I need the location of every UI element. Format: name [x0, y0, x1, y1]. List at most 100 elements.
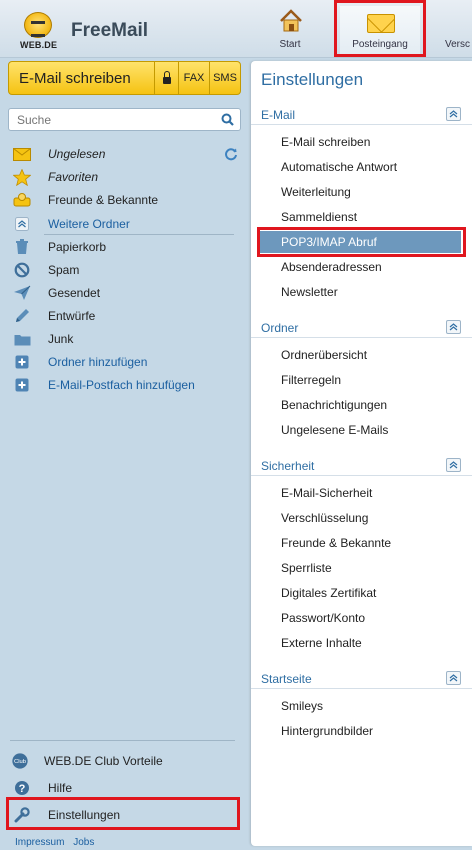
- friends-icon: [13, 192, 31, 208]
- menu-automatische-antwort[interactable]: Automatische Antwort: [281, 158, 397, 176]
- menu-passwort-konto[interactable]: Passwort/Konto: [281, 609, 365, 627]
- envelope-icon: [13, 146, 31, 162]
- menu-email-sicherheit[interactable]: E-Mail-Sicherheit: [281, 484, 372, 502]
- lock-icon: [162, 71, 171, 84]
- help-icon: ?: [13, 780, 31, 796]
- folder-label: Ordner hinzufügen: [48, 355, 148, 369]
- collapse-icon: [13, 216, 31, 232]
- webde-logo[interactable]: WEB.DE: [20, 10, 60, 50]
- collapse-icon[interactable]: [446, 671, 461, 685]
- folder-label: Favoriten: [48, 170, 99, 184]
- nav-versand[interactable]: Versc: [430, 6, 472, 56]
- nav-posteingang-label: Posteingang: [352, 39, 408, 50]
- house-icon: [280, 9, 302, 32]
- jobs-link[interactable]: Jobs: [73, 837, 94, 848]
- webde-logo-icon: [24, 12, 52, 38]
- folder-label: Weitere Ordner: [48, 217, 130, 231]
- folder-label: E-Mail-Postfach hinzufügen: [48, 378, 195, 392]
- folder-label: Freunde & Bekannte: [48, 193, 159, 207]
- folder-ungelesen[interactable]: Ungelesen: [13, 144, 105, 164]
- folder-favoriten[interactable]: Favoriten: [13, 167, 98, 187]
- menu-sammeldienst[interactable]: Sammeldienst: [281, 208, 357, 226]
- menu-digitales-zertifikat[interactable]: Digitales Zertifikat: [281, 584, 376, 602]
- folder-entwuerfe[interactable]: Entwürfe: [13, 306, 95, 326]
- menu-absenderadressen[interactable]: Absenderadressen: [281, 258, 382, 276]
- menu-freunde-bekannte[interactable]: Freunde & Bekannte: [281, 534, 391, 552]
- section-label: Sicherheit: [261, 459, 315, 473]
- club-link[interactable]: Club WEB.DE Club Vorteile: [11, 751, 163, 771]
- menu-sperrliste[interactable]: Sperrliste: [281, 559, 332, 577]
- club-icon: Club: [11, 753, 29, 769]
- nav-start-label: Start: [279, 39, 301, 50]
- section-label: Startseite: [261, 672, 312, 686]
- folder-freunde[interactable]: Freunde & Bekannte: [13, 190, 158, 210]
- divider: [44, 234, 234, 235]
- folder-papierkorb[interactable]: Papierkorb: [13, 237, 106, 257]
- logo-text: WEB.DE: [20, 40, 58, 50]
- nav-versand-label: Versc: [445, 39, 471, 50]
- plus-icon: [13, 377, 31, 393]
- add-mailbox-link[interactable]: E-Mail-Postfach hinzufügen: [13, 375, 195, 395]
- folder-label: Papierkorb: [48, 240, 107, 254]
- folder-label: Spam: [48, 263, 80, 277]
- section-label: E-Mail: [261, 108, 296, 122]
- envelope-icon: [367, 14, 395, 33]
- menu-externe-inhalte[interactable]: Externe Inhalte: [281, 634, 362, 652]
- help-link[interactable]: ? Hilfe: [13, 778, 72, 798]
- menu-verschluesselung[interactable]: Verschlüsselung: [281, 509, 368, 527]
- section-sicherheit-header: Sicherheit: [251, 454, 472, 476]
- compose-button-group: E-Mail schreiben FAX SMS: [8, 61, 241, 95]
- refresh-icon[interactable]: [224, 147, 238, 161]
- sent-icon: [13, 285, 31, 301]
- settings-title: Einstellungen: [261, 70, 364, 89]
- sms-button[interactable]: SMS: [209, 62, 240, 94]
- pencil-icon: [13, 308, 31, 324]
- fax-button[interactable]: FAX: [178, 62, 209, 94]
- plus-icon: [13, 354, 31, 370]
- club-icon-text: Club: [14, 759, 26, 765]
- search-box: [8, 108, 241, 131]
- collapse-icon[interactable]: [446, 458, 461, 472]
- star-icon: [13, 168, 31, 186]
- menu-pop3-imap-abruf[interactable]: POP3/IMAP Abruf: [260, 231, 461, 253]
- nav-start[interactable]: Start: [250, 6, 330, 56]
- menu-email-schreiben[interactable]: E-Mail schreiben: [281, 133, 370, 151]
- folder-weitere-ordner[interactable]: Weitere Ordner: [13, 214, 130, 234]
- folder-label: Gesendet: [48, 286, 101, 300]
- wrench-icon: [13, 807, 31, 823]
- menu-newsletter[interactable]: Newsletter: [281, 283, 338, 301]
- folder-label: Junk: [48, 332, 74, 346]
- menu-hintergrundbilder[interactable]: Hintergrundbilder: [281, 722, 373, 740]
- collapse-icon[interactable]: [446, 320, 461, 334]
- collapse-icon[interactable]: [446, 107, 461, 121]
- add-folder-link[interactable]: Ordner hinzufügen: [13, 352, 147, 372]
- nav-posteingang[interactable]: Posteingang: [340, 6, 420, 56]
- menu-weiterleitung[interactable]: Weiterleitung: [281, 183, 351, 201]
- compose-button[interactable]: E-Mail schreiben: [9, 62, 154, 94]
- folder-gesendet[interactable]: Gesendet: [13, 283, 100, 303]
- section-label: Ordner: [261, 321, 299, 335]
- compose-button-label: E-Mail schreiben: [19, 69, 131, 87]
- menu-benachrichtigungen[interactable]: Benachrichtigungen: [281, 396, 387, 414]
- menu-ungelesene-emails[interactable]: Ungelesene E-Mails: [281, 421, 388, 439]
- menu-smileys[interactable]: Smileys: [281, 697, 323, 715]
- spam-icon: [13, 262, 31, 278]
- folder-label: Ungelesen: [48, 147, 106, 161]
- search-input[interactable]: [9, 109, 209, 130]
- secure-compose-button[interactable]: [154, 62, 178, 94]
- trash-icon: [13, 239, 31, 255]
- menu-ordneruebersicht[interactable]: Ordnerübersicht: [281, 346, 367, 364]
- section-startseite-header: Startseite: [251, 667, 472, 689]
- sms-label: SMS: [213, 72, 237, 84]
- footer-links: Impressum Jobs: [15, 837, 94, 848]
- top-header: WEB.DE FreeMail Start Posteingang Versc: [0, 0, 472, 58]
- search-icon[interactable]: [221, 113, 234, 126]
- settings-link[interactable]: Einstellungen: [13, 805, 120, 825]
- bottom-divider: [10, 740, 235, 741]
- bottom-link-label: Einstellungen: [48, 808, 121, 822]
- section-email-header: E-Mail: [251, 103, 472, 125]
- menu-filterregeln[interactable]: Filterregeln: [281, 371, 341, 389]
- impressum-link[interactable]: Impressum: [15, 837, 64, 848]
- folder-junk[interactable]: Junk: [13, 329, 73, 349]
- folder-spam[interactable]: Spam: [13, 260, 79, 280]
